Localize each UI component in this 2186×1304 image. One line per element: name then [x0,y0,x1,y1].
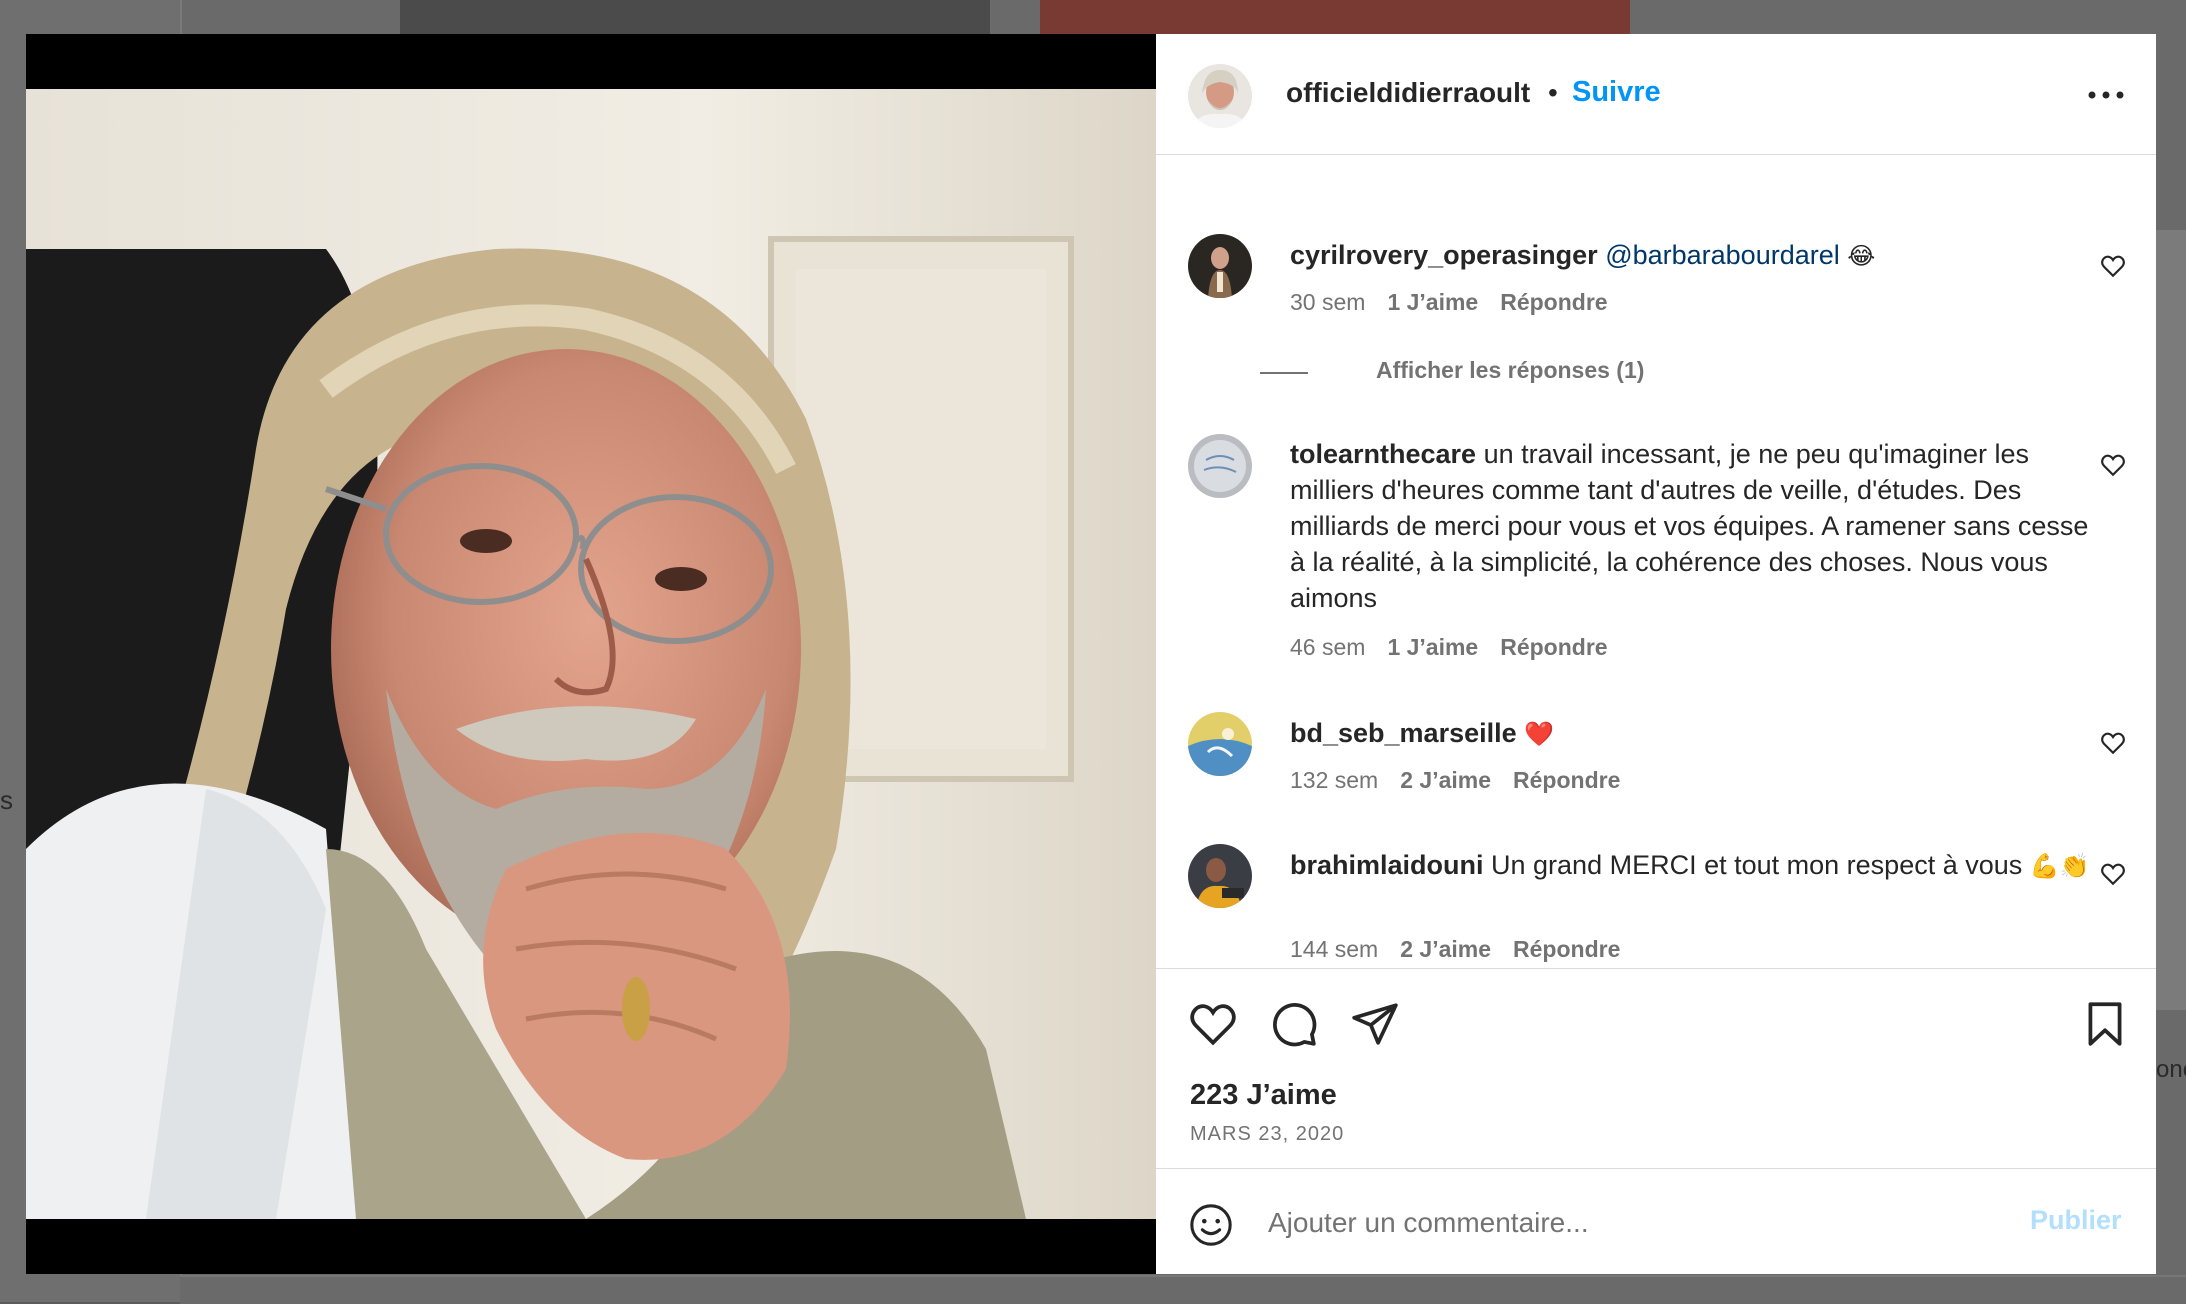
reply-button[interactable]: Répondre [1513,767,1620,793]
comment-likes[interactable]: 1 J’aime [1387,289,1478,315]
follow-button[interactable]: Suivre [1572,76,1661,109]
comment-username[interactable]: cyrilrovery_operasinger [1290,240,1598,270]
comment-emoji: ❤️ [1524,720,1555,748]
background-bottom-row [180,1275,2186,1304]
reply-button[interactable]: Répondre [1500,289,1607,315]
header-separator: • [1548,77,1558,108]
add-comment-bar: Publier [1156,1168,2156,1274]
commenter-avatar[interactable] [1188,844,1252,908]
post-photo [26,89,1156,1219]
background-thumbnail-1 [400,0,990,34]
comment-time[interactable]: 46 sem [1290,634,1365,660]
heart-icon[interactable] [2100,253,2126,279]
heart-icon[interactable] [1188,999,1238,1049]
send-icon[interactable] [1350,999,1400,1049]
comment-mention[interactable]: @barbarabourdarel [1605,240,1840,270]
comment-likes[interactable]: 1 J’aime [1387,634,1478,660]
reply-button[interactable]: Répondre [1500,634,1607,660]
comment-username[interactable]: bd_seb_marseille [1290,718,1517,748]
post-media[interactable] [26,34,1156,1274]
background-right-column [2155,230,2186,1010]
post-modal: officieldidierraoult • Suivre cyrilrover… [26,34,2156,1274]
background-side-glyph: s [0,785,13,815]
more-horizontal-icon[interactable] [2084,80,2128,110]
bookmark-icon[interactable] [2080,999,2130,1049]
background-side-text: onc [2156,1056,2186,1083]
comment-likes[interactable]: 2 J’aime [1400,936,1491,962]
comment-text: Un grand MERCI et tout mon respect à vou… [1483,850,2023,880]
comments-list: cyrilrovery_operasinger @barbarabourdare… [1156,155,2156,967]
author-username[interactable]: officieldidierraoult [1286,77,1530,109]
publish-button[interactable]: Publier [2030,1205,2122,1236]
author-avatar[interactable] [1188,64,1252,128]
commenter-avatar[interactable] [1188,234,1252,298]
smiley-icon[interactable] [1188,1202,1234,1248]
comment-username[interactable]: brahimlaidouni [1290,850,1484,880]
reply-button[interactable]: Répondre [1513,936,1620,962]
post-actions: 223 J’aime MARS 23, 2020 [1156,968,2156,1169]
likes-count[interactable]: 223 J’aime [1190,1079,1337,1112]
view-replies-button[interactable]: Afficher les réponses (1) [1376,357,1644,384]
post-header: officieldidierraoult • Suivre [1156,34,2156,155]
post-side-panel: officieldidierraoult • Suivre cyrilrover… [1156,34,2156,1274]
comment-time[interactable]: 30 sem [1290,289,1365,315]
comment-emoji: 😂 [1847,242,1876,270]
comment-username[interactable]: tolearnthecare [1290,439,1476,469]
comment-input[interactable] [1266,1197,1970,1249]
comment-icon[interactable] [1269,999,1319,1049]
heart-icon[interactable] [2100,452,2126,478]
commenter-avatar[interactable] [1188,434,1252,498]
comment-likes[interactable]: 2 J’aime [1400,767,1491,793]
comment-time[interactable]: 144 sem [1290,936,1378,962]
heart-icon[interactable] [2100,861,2126,887]
background-thumbnail-2 [1040,0,1630,34]
replies-divider [1260,372,1308,374]
comment-emoji: 💪👏 [2029,852,2090,880]
comment-time[interactable]: 132 sem [1290,767,1378,793]
heart-icon[interactable] [2100,730,2126,756]
commenter-avatar[interactable] [1188,712,1252,776]
post-date: MARS 23, 2020 [1190,1123,1345,1145]
